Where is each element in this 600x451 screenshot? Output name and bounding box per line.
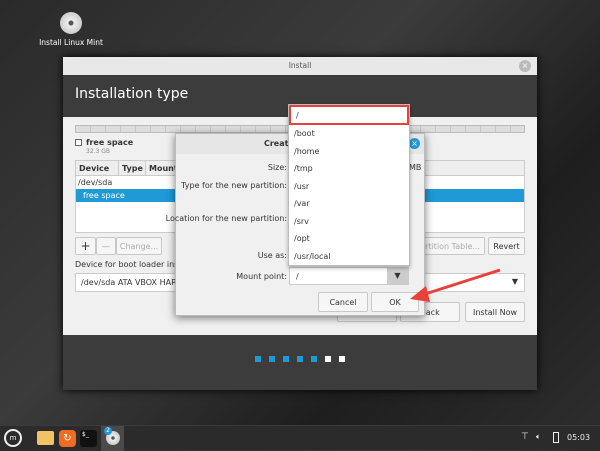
battery-icon[interactable] bbox=[553, 432, 559, 443]
network-icon[interactable]: ⊤ bbox=[521, 432, 529, 442]
clock[interactable]: 05:03 bbox=[567, 433, 590, 442]
window-count-badge: 2 bbox=[104, 427, 112, 435]
menu-icon[interactable]: m bbox=[4, 429, 22, 447]
update-manager-icon[interactable]: ↻ bbox=[59, 430, 76, 447]
volume-icon[interactable]: 🔈︎ bbox=[536, 432, 541, 442]
taskbar: m ↻ $_ 2 ⊤ 🔈︎ 05:03 bbox=[0, 425, 600, 451]
annotation-arrow bbox=[410, 268, 501, 302]
folder-icon[interactable] bbox=[37, 431, 54, 445]
terminal-icon[interactable]: $_ bbox=[80, 430, 97, 447]
installer-taskbar-icon[interactable]: 2 bbox=[101, 426, 124, 451]
